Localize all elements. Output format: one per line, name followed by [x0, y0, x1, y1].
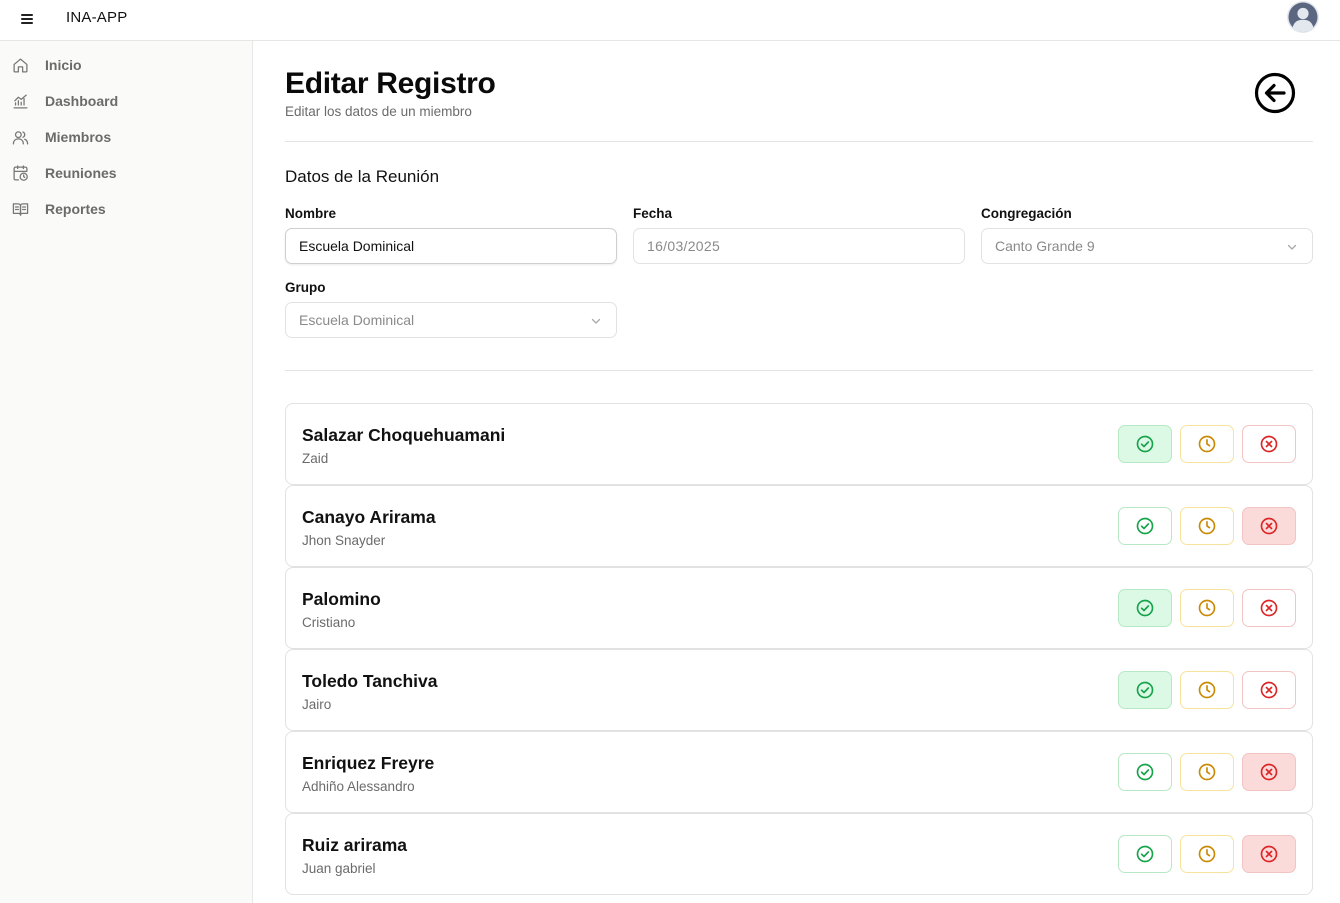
member-last-name: Ruiz arirama: [302, 835, 408, 855]
mark-present-button[interactable]: [1118, 753, 1172, 791]
member-first-name: Zaid: [302, 451, 329, 466]
member-last-name: Enriquez Freyre: [302, 753, 435, 773]
member-first-name: Juan gabriel: [302, 861, 376, 876]
member-first-name: Jhon Snayder: [302, 533, 386, 548]
book-icon: [12, 203, 29, 216]
users-icon: [12, 131, 29, 145]
member-card: Enriquez Freyre Adhiño Alessandro: [285, 731, 1313, 813]
mark-present-button[interactable]: [1118, 507, 1172, 545]
mark-late-button[interactable]: [1180, 671, 1234, 709]
grupo-label: Grupo: [285, 280, 326, 295]
congregacion-value: Canto Grande 9: [995, 238, 1095, 254]
x-circle-icon: [1259, 844, 1279, 864]
x-circle-icon: [1259, 516, 1279, 536]
mark-present-button[interactable]: [1118, 589, 1172, 627]
mark-late-button[interactable]: [1180, 507, 1234, 545]
home-icon: [13, 58, 28, 73]
main-content: Editar Registro Editar los datos de un m…: [253, 41, 1340, 903]
mark-late-button[interactable]: [1180, 835, 1234, 873]
clock-icon: [1197, 516, 1217, 536]
member-first-name: Cristiano: [302, 615, 356, 630]
chevron-down-icon: [1287, 244, 1297, 250]
check-circle-icon: [1135, 844, 1155, 864]
sidebar-item-inicio[interactable]: Inicio: [0, 49, 252, 81]
mark-absent-button[interactable]: [1242, 753, 1296, 791]
member-card: Salazar Choquehuamani Zaid: [285, 403, 1313, 485]
menu-icon[interactable]: [19, 11, 35, 27]
mark-present-button[interactable]: [1118, 835, 1172, 873]
user-avatar[interactable]: [1287, 1, 1319, 33]
check-circle-icon: [1135, 434, 1155, 454]
check-circle-icon: [1135, 516, 1155, 536]
fecha-input[interactable]: 16/03/2025: [633, 228, 965, 264]
clock-icon: [1197, 434, 1217, 454]
mark-late-button[interactable]: [1180, 753, 1234, 791]
clock-icon: [1197, 680, 1217, 700]
mark-absent-button[interactable]: [1242, 425, 1296, 463]
check-circle-icon: [1135, 598, 1155, 618]
congregacion-label: Congregación: [981, 206, 1072, 221]
app-title: INA-APP: [66, 9, 128, 26]
member-card: Toledo Tanchiva Jairo: [285, 649, 1313, 731]
mark-late-button[interactable]: [1180, 425, 1234, 463]
sidebar-item-miembros[interactable]: Miembros: [0, 121, 252, 153]
section-title: Datos de la Reunión: [285, 167, 440, 186]
sidebar-item-label: Dashboard: [45, 93, 119, 109]
member-first-name: Jairo: [302, 697, 332, 712]
member-last-name: Salazar Choquehuamani: [302, 425, 506, 445]
grupo-value: Escuela Dominical: [299, 312, 415, 328]
member-last-name: Canayo Arirama: [302, 507, 436, 527]
member-card: Palomino Cristiano: [285, 567, 1313, 649]
sidebar-item-label: Inicio: [45, 57, 82, 73]
mark-present-button[interactable]: [1118, 671, 1172, 709]
fecha-label: Fecha: [633, 206, 673, 221]
x-circle-icon: [1259, 598, 1279, 618]
check-circle-icon: [1135, 680, 1155, 700]
nombre-value: Escuela Dominical: [299, 238, 415, 254]
member-last-name: Toledo Tanchiva: [302, 671, 438, 691]
divider: [285, 370, 1313, 371]
mark-absent-button[interactable]: [1242, 835, 1296, 873]
sidebar-item-dashboard[interactable]: Dashboard: [0, 85, 252, 117]
sidebar-item-label: Miembros: [45, 129, 112, 145]
clock-icon: [1197, 844, 1217, 864]
sidebar-item-reuniones[interactable]: Reuniones: [0, 157, 252, 189]
calendar-clock-icon: [13, 165, 28, 181]
x-circle-icon: [1259, 680, 1279, 700]
chevron-down-icon: [591, 318, 601, 324]
congregacion-select[interactable]: Canto Grande 9: [981, 228, 1313, 264]
chart-icon: [13, 94, 28, 109]
member-card: Canayo Arirama Jhon Snayder: [285, 485, 1313, 567]
clock-icon: [1197, 598, 1217, 618]
mark-absent-button[interactable]: [1242, 589, 1296, 627]
x-circle-icon: [1259, 762, 1279, 782]
nombre-input[interactable]: Escuela Dominical: [285, 228, 617, 264]
mark-late-button[interactable]: [1180, 589, 1234, 627]
mark-absent-button[interactable]: [1242, 671, 1296, 709]
top-bar: INA-APP: [0, 0, 1340, 41]
mark-present-button[interactable]: [1118, 425, 1172, 463]
x-circle-icon: [1259, 434, 1279, 454]
back-arrow-icon[interactable]: [1254, 72, 1296, 114]
page-title: Editar Registro: [285, 67, 496, 100]
nombre-label: Nombre: [285, 206, 337, 221]
mark-absent-button[interactable]: [1242, 507, 1296, 545]
member-card: Ruiz arirama Juan gabriel: [285, 813, 1313, 895]
sidebar-item-reportes[interactable]: Reportes: [0, 193, 252, 225]
member-first-name: Adhiño Alessandro: [302, 779, 415, 794]
check-circle-icon: [1135, 762, 1155, 782]
grupo-select[interactable]: Escuela Dominical: [285, 302, 617, 338]
sidebar-item-label: Reuniones: [45, 165, 117, 181]
sidebar: Inicio Dashboard Miembros Reuniones Repo…: [0, 41, 253, 903]
clock-icon: [1197, 762, 1217, 782]
member-last-name: Palomino: [302, 589, 381, 609]
divider: [285, 141, 1313, 142]
user-icon: [1287, 1, 1319, 33]
sidebar-item-label: Reportes: [45, 201, 106, 217]
page-subtitle: Editar los datos de un miembro: [285, 104, 472, 119]
fecha-value: 16/03/2025: [647, 238, 721, 254]
